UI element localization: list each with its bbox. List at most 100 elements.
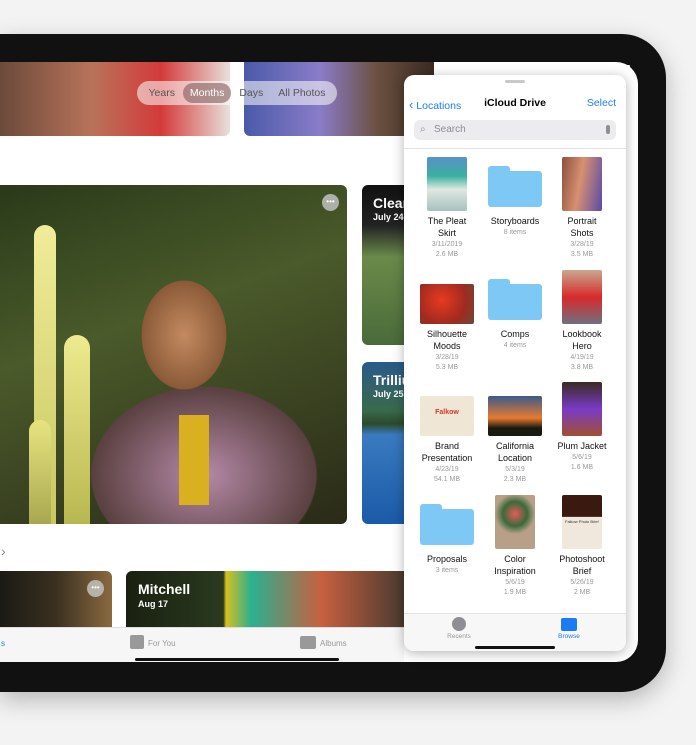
tab-browse[interactable]: Browse — [554, 617, 584, 640]
file-size: 3.5 MB — [570, 251, 594, 258]
back-button[interactable]: ‹ Locations — [409, 97, 461, 112]
file-name: California Location — [481, 440, 549, 464]
file-name-line: Silhouette — [426, 329, 468, 339]
file-name-line: California — [495, 441, 535, 451]
file-item[interactable]: Lookbook Hero 4/19/19 3.8 MB — [548, 270, 616, 372]
item-count: 3 items — [435, 567, 459, 574]
file-name-line: Portrait — [567, 216, 597, 226]
file-name-line: The Pleat — [427, 216, 467, 226]
file-name: Storyboards — [481, 215, 549, 227]
chevron-left-icon: ‹ — [409, 97, 414, 112]
file-name: Proposals — [413, 553, 481, 565]
file-size: 3.8 MB — [570, 364, 594, 371]
file-item[interactable]: Portrait Shots 3/28/19 3.5 MB — [548, 157, 616, 259]
file-date: 3/28/19 — [435, 354, 459, 361]
file-name: Portrait Shots — [548, 215, 616, 239]
more-button[interactable]: ••• — [87, 580, 104, 597]
folder-icon — [488, 166, 542, 207]
file-name-line: Moods — [433, 341, 461, 351]
yellow-shirt — [179, 415, 209, 505]
item-count: 8 items — [503, 229, 527, 236]
file-item[interactable]: Falkow Photo Brief Photoshoot Brief 5/26/19… — [548, 495, 616, 597]
file-date: 5/3/19 — [505, 466, 525, 473]
file-size: 1.6 MB — [570, 464, 594, 471]
files-slide-over: ‹ Locations iCloud Drive Select ⌕ Search… — [404, 75, 626, 651]
tab-label: Browse — [558, 633, 580, 640]
home-indicator — [475, 646, 555, 649]
search-icon: ⌕ — [420, 124, 426, 135]
back-label: Locations — [416, 100, 462, 112]
file-item[interactable]: Color Inspiration 5/6/19 1.9 MB — [481, 495, 549, 597]
view-segmented-control[interactable]: Years Months Days All Photos — [137, 81, 337, 105]
flower — [29, 420, 51, 524]
tab-for-you[interactable]: For You — [148, 639, 176, 648]
file-item[interactable]: Falkow Brand Presentation 4/23/19 54.1 MB — [413, 382, 481, 484]
file-item[interactable]: California Location 5/3/19 2.3 MB — [481, 382, 549, 484]
segment-days[interactable]: Days — [232, 83, 270, 103]
file-item[interactable]: Storyboards 8 items — [481, 157, 549, 237]
file-thumbnail — [495, 495, 535, 549]
more-button[interactable]: ••• — [322, 194, 339, 211]
file-name: Lookbook Hero — [548, 328, 616, 352]
for-you-icon — [130, 635, 144, 649]
files-tab-bar: Recents Browse — [404, 613, 626, 651]
microphone-icon[interactable] — [606, 125, 610, 134]
tab-albums[interactable]: Albums — [320, 639, 347, 648]
item-count: 4 items — [503, 342, 527, 349]
file-size: 54.1 MB — [433, 476, 461, 483]
file-size: 2 MB — [573, 589, 591, 596]
card-date: July 25 — [373, 389, 404, 399]
file-date: 5/6/19 — [505, 579, 525, 586]
thumbnail-text: Falkow — [435, 409, 459, 416]
select-button[interactable]: Select — [587, 97, 616, 109]
file-size: 2.6 MB — [435, 251, 459, 258]
file-date: 3/28/19 — [570, 241, 594, 248]
file-date: 5/26/19 — [570, 579, 594, 586]
file-item[interactable]: Proposals 3 items — [413, 495, 481, 575]
file-item[interactable]: Silhouette Moods 3/28/19 5.3 MB — [413, 270, 481, 372]
segment-months[interactable]: Months — [182, 83, 232, 103]
grabber-handle[interactable] — [505, 80, 525, 83]
file-thumbnail — [562, 382, 602, 436]
file-thumbnail — [427, 157, 467, 211]
file-item[interactable]: Comps 4 items — [481, 270, 549, 350]
file-name-line: Lookbook — [562, 329, 602, 339]
photos-tab-bar: s For You Albums — [0, 627, 404, 662]
tab-recents[interactable]: Recents — [444, 617, 474, 640]
file-name-line: Brief — [572, 566, 592, 576]
folder-icon — [420, 504, 474, 545]
file-date: 4/23/19 — [435, 466, 459, 473]
file-size: 5.3 MB — [435, 364, 459, 371]
file-name-line: Skirt — [438, 228, 456, 238]
card-date: Aug 17 — [138, 599, 169, 609]
clock-icon — [452, 617, 466, 631]
file-name-line: Proposals — [426, 554, 468, 564]
segment-all-photos[interactable]: All Photos — [271, 83, 332, 103]
file-name: Comps — [481, 328, 549, 340]
file-name: The Pleat Skirt — [413, 215, 481, 239]
card-title: Clear — [373, 195, 409, 211]
wifi-icon: ◠ — [584, 64, 594, 73]
file-name-line: Shots — [570, 228, 594, 238]
home-indicator — [135, 658, 339, 661]
file-name-line: Hero — [572, 341, 592, 351]
thumbnail-text: Falkow Photo Brief — [565, 519, 599, 524]
albums-icon — [300, 636, 316, 649]
file-name: Brand Presentation — [413, 440, 481, 464]
segment-years[interactable]: Years — [141, 83, 181, 103]
file-name: Plum Jacket — [548, 440, 616, 452]
featured-photo[interactable] — [0, 185, 347, 524]
card-date: July 24 — [373, 212, 404, 222]
file-item[interactable]: Plum Jacket 5/6/19 1.6 MB — [548, 382, 616, 472]
file-date: 5/6/19 — [572, 454, 592, 461]
folder-icon — [488, 279, 542, 320]
file-name-line: Plum Jacket — [557, 441, 607, 451]
file-name-line: Storyboards — [490, 216, 540, 226]
file-name: Silhouette Moods — [413, 328, 481, 352]
tab-photos[interactable]: s — [1, 639, 5, 648]
tab-label: Recents — [447, 633, 471, 640]
file-item[interactable]: The Pleat Skirt 3/11/2019 2.6 MB — [413, 157, 481, 259]
card-title: Mitchell — [138, 581, 191, 597]
chevron-right-icon[interactable]: › — [1, 543, 6, 559]
search-input[interactable]: ⌕ Search — [414, 120, 616, 140]
